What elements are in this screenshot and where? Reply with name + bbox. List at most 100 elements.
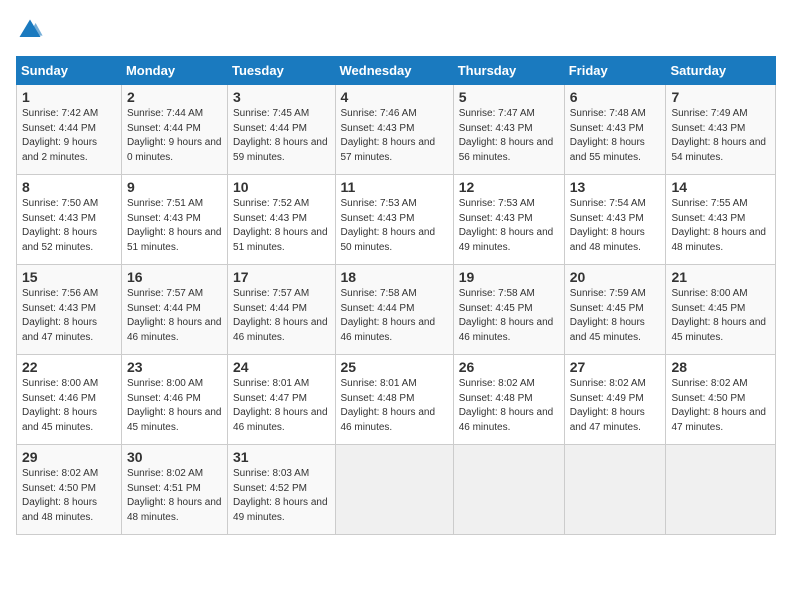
day-number: 5 (459, 89, 559, 105)
day-info: Sunrise: 7:58 AM Sunset: 4:45 PM Dayligh… (459, 287, 559, 345)
day-number: 9 (127, 179, 222, 195)
calendar-cell: 13 Sunrise: 7:54 AM Sunset: 4:43 PM Dayl… (564, 175, 666, 265)
calendar-cell: 9 Sunrise: 7:51 AM Sunset: 4:43 PM Dayli… (121, 175, 227, 265)
calendar-cell: 31 Sunrise: 8:03 AM Sunset: 4:52 PM Dayl… (228, 445, 335, 535)
day-number: 19 (459, 269, 559, 285)
day-number: 25 (341, 359, 448, 375)
day-info: Sunrise: 7:47 AM Sunset: 4:43 PM Dayligh… (459, 107, 559, 165)
header-saturday: Saturday (666, 57, 776, 85)
calendar-cell: 27 Sunrise: 8:02 AM Sunset: 4:49 PM Dayl… (564, 355, 666, 445)
day-number: 23 (127, 359, 222, 375)
day-number: 8 (22, 179, 116, 195)
calendar-cell: 20 Sunrise: 7:59 AM Sunset: 4:45 PM Dayl… (564, 265, 666, 355)
day-info: Sunrise: 7:45 AM Sunset: 4:44 PM Dayligh… (233, 107, 329, 165)
day-info: Sunrise: 7:44 AM Sunset: 4:44 PM Dayligh… (127, 107, 222, 165)
day-number: 22 (22, 359, 116, 375)
calendar-cell: 30 Sunrise: 8:02 AM Sunset: 4:51 PM Dayl… (121, 445, 227, 535)
calendar-cell: 29 Sunrise: 8:02 AM Sunset: 4:50 PM Dayl… (17, 445, 122, 535)
day-info: Sunrise: 8:02 AM Sunset: 4:50 PM Dayligh… (22, 467, 116, 525)
calendar-cell: 6 Sunrise: 7:48 AM Sunset: 4:43 PM Dayli… (564, 85, 666, 175)
header-sunday: Sunday (17, 57, 122, 85)
calendar-cell: 5 Sunrise: 7:47 AM Sunset: 4:43 PM Dayli… (453, 85, 564, 175)
day-info: Sunrise: 7:54 AM Sunset: 4:43 PM Dayligh… (570, 197, 661, 255)
day-info: Sunrise: 8:01 AM Sunset: 4:48 PM Dayligh… (341, 377, 448, 435)
day-number: 17 (233, 269, 329, 285)
day-number: 7 (671, 89, 770, 105)
calendar-week-1: 1 Sunrise: 7:42 AM Sunset: 4:44 PM Dayli… (17, 85, 776, 175)
day-number: 14 (671, 179, 770, 195)
day-info: Sunrise: 8:02 AM Sunset: 4:50 PM Dayligh… (671, 377, 770, 435)
day-info: Sunrise: 7:58 AM Sunset: 4:44 PM Dayligh… (341, 287, 448, 345)
calendar-cell: 21 Sunrise: 8:00 AM Sunset: 4:45 PM Dayl… (666, 265, 776, 355)
calendar-cell: 17 Sunrise: 7:57 AM Sunset: 4:44 PM Dayl… (228, 265, 335, 355)
day-info: Sunrise: 7:57 AM Sunset: 4:44 PM Dayligh… (233, 287, 329, 345)
day-number: 29 (22, 449, 116, 465)
header-tuesday: Tuesday (228, 57, 335, 85)
calendar-cell (666, 445, 776, 535)
day-number: 13 (570, 179, 661, 195)
calendar-header-row: SundayMondayTuesdayWednesdayThursdayFrid… (17, 57, 776, 85)
day-info: Sunrise: 7:50 AM Sunset: 4:43 PM Dayligh… (22, 197, 116, 255)
day-info: Sunrise: 8:00 AM Sunset: 4:45 PM Dayligh… (671, 287, 770, 345)
day-number: 11 (341, 179, 448, 195)
day-number: 2 (127, 89, 222, 105)
day-info: Sunrise: 7:49 AM Sunset: 4:43 PM Dayligh… (671, 107, 770, 165)
calendar-cell: 28 Sunrise: 8:02 AM Sunset: 4:50 PM Dayl… (666, 355, 776, 445)
day-info: Sunrise: 7:59 AM Sunset: 4:45 PM Dayligh… (570, 287, 661, 345)
day-number: 31 (233, 449, 329, 465)
day-number: 18 (341, 269, 448, 285)
day-number: 3 (233, 89, 329, 105)
calendar-cell: 25 Sunrise: 8:01 AM Sunset: 4:48 PM Dayl… (335, 355, 453, 445)
day-info: Sunrise: 7:55 AM Sunset: 4:43 PM Dayligh… (671, 197, 770, 255)
calendar-cell: 19 Sunrise: 7:58 AM Sunset: 4:45 PM Dayl… (453, 265, 564, 355)
day-number: 24 (233, 359, 329, 375)
header-thursday: Thursday (453, 57, 564, 85)
day-number: 1 (22, 89, 116, 105)
day-number: 15 (22, 269, 116, 285)
day-number: 12 (459, 179, 559, 195)
day-info: Sunrise: 7:53 AM Sunset: 4:43 PM Dayligh… (459, 197, 559, 255)
header (16, 16, 776, 44)
calendar-cell: 3 Sunrise: 7:45 AM Sunset: 4:44 PM Dayli… (228, 85, 335, 175)
day-number: 27 (570, 359, 661, 375)
calendar-cell: 4 Sunrise: 7:46 AM Sunset: 4:43 PM Dayli… (335, 85, 453, 175)
calendar-cell: 1 Sunrise: 7:42 AM Sunset: 4:44 PM Dayli… (17, 85, 122, 175)
calendar-cell: 23 Sunrise: 8:00 AM Sunset: 4:46 PM Dayl… (121, 355, 227, 445)
calendar-cell: 24 Sunrise: 8:01 AM Sunset: 4:47 PM Dayl… (228, 355, 335, 445)
calendar-week-2: 8 Sunrise: 7:50 AM Sunset: 4:43 PM Dayli… (17, 175, 776, 265)
day-number: 30 (127, 449, 222, 465)
day-info: Sunrise: 8:00 AM Sunset: 4:46 PM Dayligh… (22, 377, 116, 435)
day-info: Sunrise: 7:52 AM Sunset: 4:43 PM Dayligh… (233, 197, 329, 255)
calendar-table: SundayMondayTuesdayWednesdayThursdayFrid… (16, 56, 776, 535)
day-info: Sunrise: 8:02 AM Sunset: 4:51 PM Dayligh… (127, 467, 222, 525)
day-number: 28 (671, 359, 770, 375)
calendar-cell: 8 Sunrise: 7:50 AM Sunset: 4:43 PM Dayli… (17, 175, 122, 265)
day-number: 20 (570, 269, 661, 285)
calendar-cell: 7 Sunrise: 7:49 AM Sunset: 4:43 PM Dayli… (666, 85, 776, 175)
day-info: Sunrise: 7:42 AM Sunset: 4:44 PM Dayligh… (22, 107, 116, 165)
header-wednesday: Wednesday (335, 57, 453, 85)
calendar-cell: 22 Sunrise: 8:00 AM Sunset: 4:46 PM Dayl… (17, 355, 122, 445)
day-number: 21 (671, 269, 770, 285)
calendar-cell: 11 Sunrise: 7:53 AM Sunset: 4:43 PM Dayl… (335, 175, 453, 265)
calendar-cell: 18 Sunrise: 7:58 AM Sunset: 4:44 PM Dayl… (335, 265, 453, 355)
calendar-cell: 2 Sunrise: 7:44 AM Sunset: 4:44 PM Dayli… (121, 85, 227, 175)
day-number: 4 (341, 89, 448, 105)
day-number: 16 (127, 269, 222, 285)
calendar-cell: 14 Sunrise: 7:55 AM Sunset: 4:43 PM Dayl… (666, 175, 776, 265)
day-info: Sunrise: 7:53 AM Sunset: 4:43 PM Dayligh… (341, 197, 448, 255)
day-info: Sunrise: 8:03 AM Sunset: 4:52 PM Dayligh… (233, 467, 329, 525)
day-info: Sunrise: 8:00 AM Sunset: 4:46 PM Dayligh… (127, 377, 222, 435)
day-info: Sunrise: 7:57 AM Sunset: 4:44 PM Dayligh… (127, 287, 222, 345)
day-info: Sunrise: 7:56 AM Sunset: 4:43 PM Dayligh… (22, 287, 116, 345)
day-info: Sunrise: 7:48 AM Sunset: 4:43 PM Dayligh… (570, 107, 661, 165)
header-friday: Friday (564, 57, 666, 85)
day-info: Sunrise: 7:51 AM Sunset: 4:43 PM Dayligh… (127, 197, 222, 255)
logo (16, 16, 48, 44)
calendar-week-5: 29 Sunrise: 8:02 AM Sunset: 4:50 PM Dayl… (17, 445, 776, 535)
day-info: Sunrise: 7:46 AM Sunset: 4:43 PM Dayligh… (341, 107, 448, 165)
header-monday: Monday (121, 57, 227, 85)
day-number: 6 (570, 89, 661, 105)
day-info: Sunrise: 8:02 AM Sunset: 4:49 PM Dayligh… (570, 377, 661, 435)
logo-icon (16, 16, 44, 44)
